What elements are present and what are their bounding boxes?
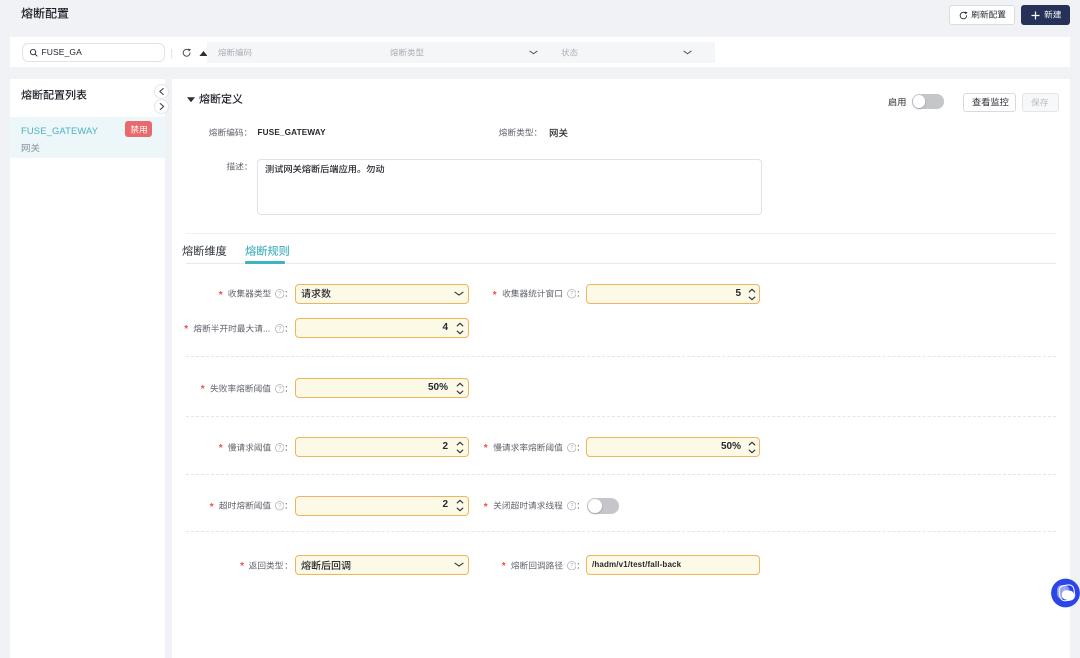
svg-text:?: ? (278, 504, 282, 510)
svg-text:?: ? (570, 504, 574, 510)
svg-text:?: ? (278, 292, 282, 298)
svg-text:?: ? (278, 326, 282, 332)
svg-text:?: ? (570, 292, 574, 298)
svg-text:?: ? (570, 563, 574, 569)
svg-text:?: ? (570, 445, 574, 451)
svg-text:?: ? (278, 445, 282, 451)
svg-text:?: ? (278, 386, 282, 392)
